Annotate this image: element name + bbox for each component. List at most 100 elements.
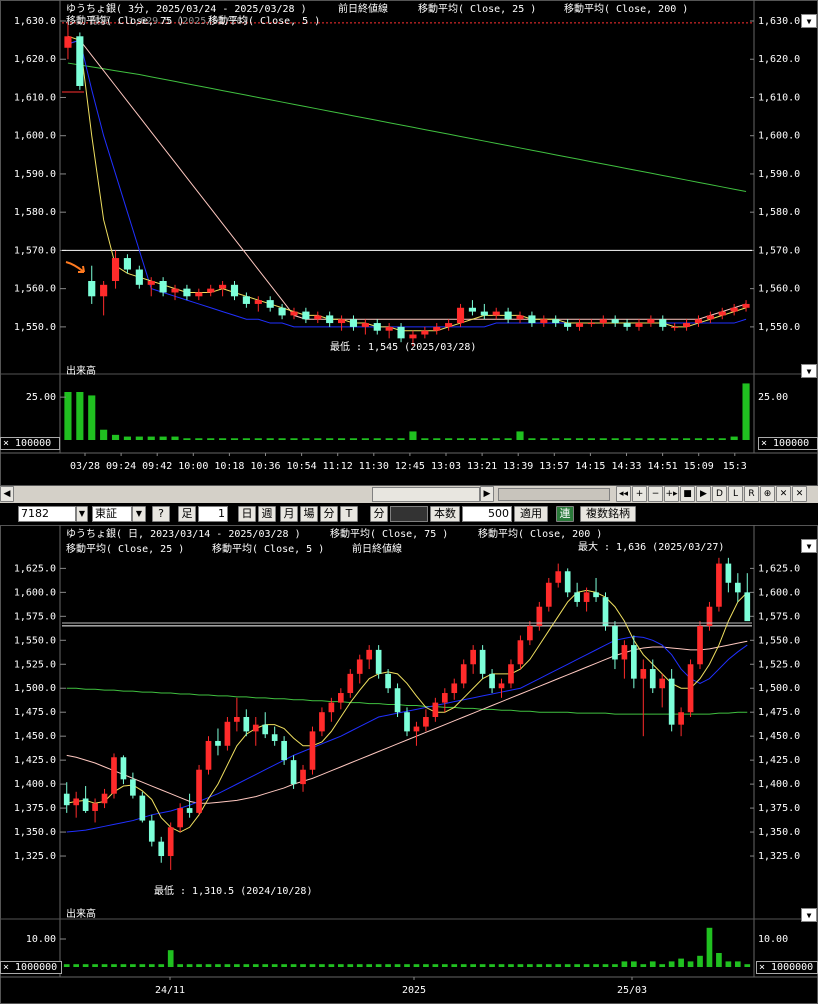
candle-body <box>394 688 401 713</box>
candle-body <box>668 678 675 725</box>
candle-body <box>171 288 179 293</box>
candle-body <box>460 664 467 684</box>
y-tick-label-left: 1,610.0 <box>14 92 56 103</box>
bottom-chart-menu-button[interactable]: ▼ <box>801 539 817 553</box>
continuous-toggle[interactable]: 連 <box>556 506 574 522</box>
volume-bar <box>718 438 726 440</box>
month-button[interactable]: 月 <box>280 506 298 522</box>
top-volume-menu-button[interactable]: ▼ <box>801 364 817 378</box>
volume-bar <box>123 436 131 440</box>
zoom-slider[interactable] <box>498 488 610 501</box>
candle-body <box>742 303 750 308</box>
candle-body <box>574 592 580 602</box>
volume-bar <box>230 438 239 440</box>
x-tick-label: 11:30 <box>359 461 389 472</box>
count-input[interactable]: 500 <box>462 506 512 522</box>
nav-button-11[interactable]: ✕ <box>792 486 807 502</box>
candle-body <box>404 712 410 732</box>
market-dropdown[interactable]: ▼ <box>132 506 146 522</box>
candle-body <box>230 284 239 297</box>
candle-body <box>64 36 72 48</box>
nav-button-1[interactable]: + <box>632 486 647 502</box>
tick-button[interactable]: T <box>340 506 358 522</box>
volume-bar <box>687 961 694 967</box>
candle-body <box>135 269 143 285</box>
candle-body <box>480 311 488 316</box>
symbol-code-dropdown[interactable]: ▼ <box>76 506 88 522</box>
x-tick-label: 11:12 <box>323 461 353 472</box>
candle-body <box>101 793 108 804</box>
candle-body <box>697 625 703 665</box>
top-chart-svg[interactable]: 1,550.0 1,550.0 1,560.0 1,560.0 1,570.0 1,570… <box>0 0 818 486</box>
volume-bar <box>612 964 618 967</box>
volume-bar <box>574 964 580 967</box>
multi-symbol-button[interactable]: 複数銘柄 <box>580 506 636 522</box>
scroll-track[interactable] <box>14 486 372 503</box>
candle-body <box>278 307 286 316</box>
volume-bar <box>527 964 533 967</box>
y-tick-label-left: 1,590.0 <box>14 169 56 180</box>
volume-bar <box>76 392 84 440</box>
day-button[interactable]: 日 <box>238 506 256 522</box>
volume-bar <box>697 955 703 967</box>
candle-body <box>421 330 429 335</box>
nav-button-3[interactable]: +▸ <box>664 486 679 502</box>
nav-button-10[interactable]: ✕ <box>776 486 791 502</box>
volume-bar <box>528 438 536 440</box>
y-tick-label-right: 1,450.0 <box>758 731 800 742</box>
x-tick-label: 15:3 <box>723 461 747 472</box>
volume-bar <box>671 438 679 440</box>
volume-bar <box>205 964 212 967</box>
x-tick-label: 13:39 <box>503 461 533 472</box>
top-chart-menu-button[interactable]: ▼ <box>801 14 817 28</box>
y-tick-label-right: 1,600.0 <box>758 587 800 598</box>
market-select[interactable]: 東証 <box>92 506 132 522</box>
x-tick-label: 13:21 <box>467 461 497 472</box>
candle-body <box>621 645 628 660</box>
nav-button-9[interactable]: ⊕ <box>760 486 775 502</box>
volume-bar <box>309 964 316 967</box>
bottom-volume-menu-button[interactable]: ▼ <box>801 908 817 922</box>
volume-bar <box>611 438 619 440</box>
nav-button-8[interactable]: R <box>744 486 759 502</box>
nav-button-2[interactable]: − <box>648 486 663 502</box>
nav-button-6[interactable]: D <box>712 486 727 502</box>
nav-button-7[interactable]: L <box>728 486 743 502</box>
volume-bar <box>177 964 183 967</box>
nav-button-5[interactable]: ▶ <box>696 486 711 502</box>
apply-button[interactable]: 適用 <box>514 506 548 522</box>
foot-number-input[interactable]: 1 <box>198 506 228 522</box>
candle-body <box>489 673 495 689</box>
help-button[interactable]: ? <box>152 506 170 522</box>
y-tick-label-left: 1,450.0 <box>14 731 56 742</box>
y-tick-label-right: 1,550.0 <box>758 322 800 333</box>
volume-bar <box>504 438 512 440</box>
candle-body <box>397 326 405 339</box>
volume-bar <box>215 964 221 967</box>
scroll-right-button[interactable]: ▶ <box>480 486 494 502</box>
volume-bar <box>668 961 675 967</box>
nav-button-0[interactable]: ◂◂ <box>616 486 631 502</box>
volume-bar <box>583 964 590 967</box>
field-button[interactable]: 場 <box>300 506 318 522</box>
candle-body <box>196 769 202 813</box>
volume-bar <box>242 438 250 440</box>
volume-bar <box>278 438 286 440</box>
x-tick-label: 14:15 <box>575 461 605 472</box>
minute-spin-input[interactable] <box>390 506 428 522</box>
week-button[interactable]: 週 <box>258 506 276 522</box>
candle-body <box>139 795 146 821</box>
candle-body <box>470 649 476 665</box>
y-tick-label-right: 1,550.0 <box>758 635 800 646</box>
scroll-thumb[interactable] <box>372 487 480 502</box>
y-tick-label-left: 1,550.0 <box>14 322 56 333</box>
bottom-chart-svg[interactable]: 1,325.0 1,325.0 1,350.0 1,350.0 1,375.0 1,375… <box>0 525 818 1004</box>
y-tick-label-right: 1,425.0 <box>758 755 800 766</box>
nav-button-4[interactable]: ■ <box>680 486 695 502</box>
scroll-left-button[interactable]: ◀ <box>0 486 14 502</box>
y-tick-label-right: 1,570.0 <box>758 245 800 256</box>
symbol-code-input[interactable]: 7182 <box>18 506 76 522</box>
candle-body <box>266 300 274 308</box>
minute-button[interactable]: 分 <box>320 506 338 522</box>
volume-bar <box>640 964 647 967</box>
